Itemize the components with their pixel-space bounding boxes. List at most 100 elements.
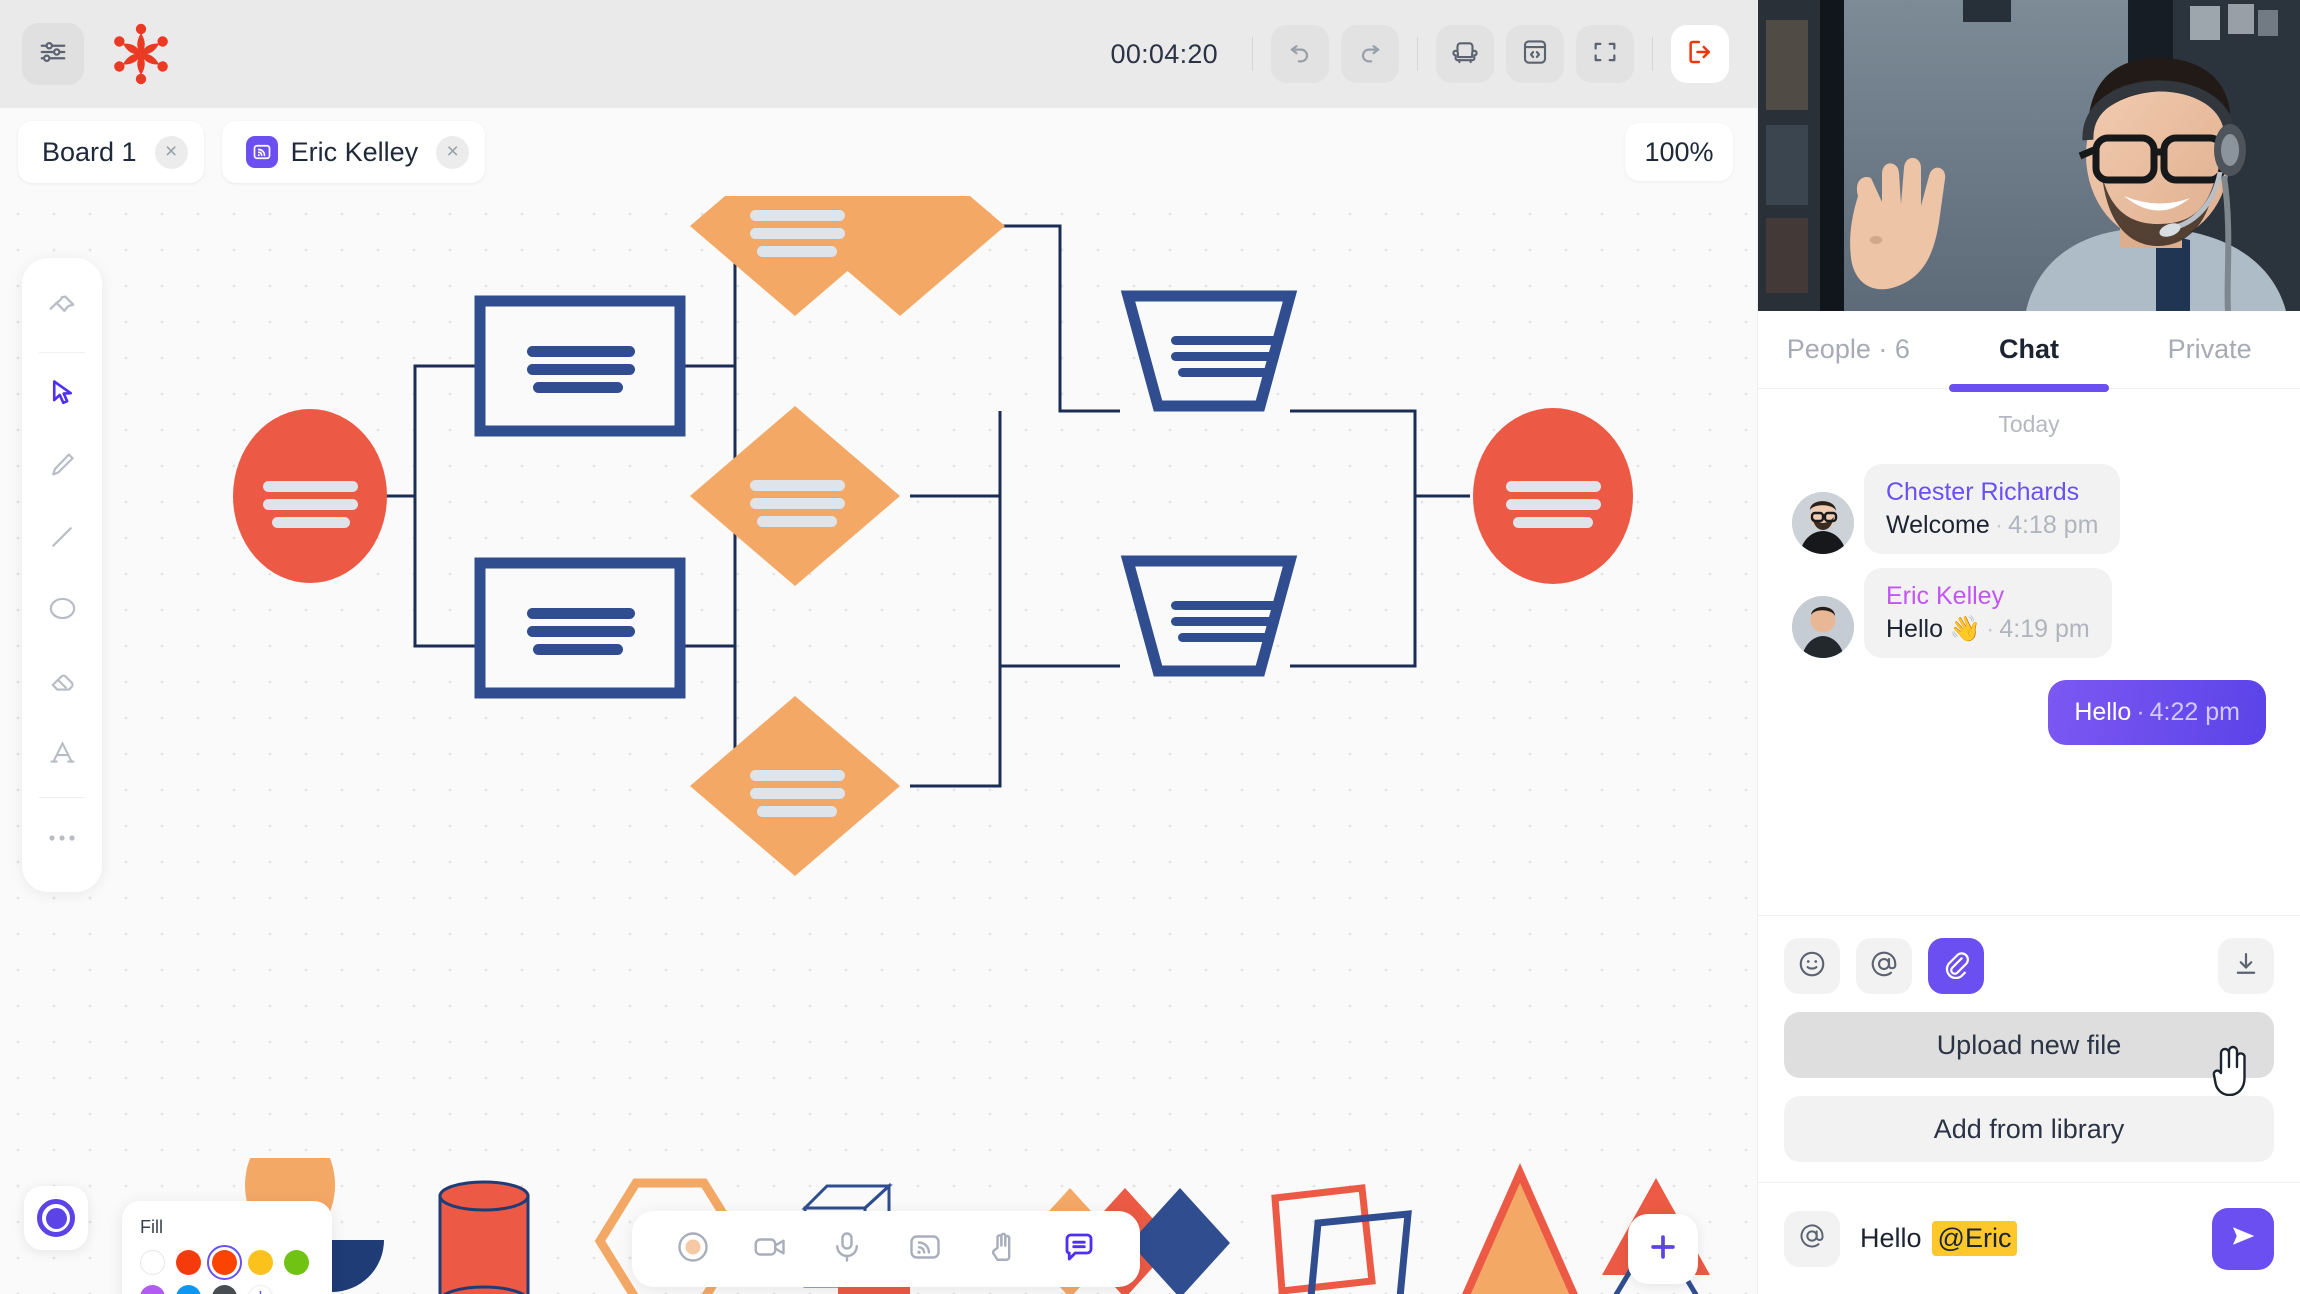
fill-swatch-dark[interactable] xyxy=(212,1285,237,1294)
embed-code-button[interactable] xyxy=(1506,25,1564,83)
exit-button[interactable] xyxy=(1671,25,1729,83)
fill-swatch-red[interactable] xyxy=(176,1250,201,1275)
record-dot xyxy=(45,1207,67,1229)
microphone-icon xyxy=(829,1229,865,1270)
eraser-tool[interactable] xyxy=(31,652,93,714)
screenshare-icon xyxy=(245,136,278,168)
fill-swatch-purple[interactable] xyxy=(140,1285,165,1294)
composer-mention-button[interactable] xyxy=(1784,1210,1840,1267)
redo-button[interactable] xyxy=(1341,25,1399,83)
flowchart-diagram[interactable] xyxy=(0,196,1757,1076)
pin-icon xyxy=(46,292,78,329)
day-separator: Today xyxy=(1998,411,2060,437)
lounge-button[interactable] xyxy=(1436,25,1494,83)
upload-new-file-button[interactable]: Upload new file xyxy=(1784,1012,2274,1078)
exit-icon xyxy=(1685,37,1715,72)
drawing-toolbar xyxy=(22,258,102,892)
armchair-icon xyxy=(1450,37,1480,72)
at-mention-icon xyxy=(1869,949,1899,984)
tab-board-1-label: Board 1 xyxy=(42,136,137,167)
shape-style-panel: Fill + Border xyxy=(122,1201,332,1294)
microphone-button[interactable] xyxy=(821,1223,873,1275)
divider xyxy=(1417,37,1418,71)
record-toggle-button[interactable] xyxy=(24,1186,88,1250)
add-element-button[interactable] xyxy=(1628,1214,1698,1284)
close-icon[interactable]: × xyxy=(154,135,188,169)
fill-swatch-white[interactable] xyxy=(140,1250,165,1275)
tab-people[interactable]: People · 6 xyxy=(1758,311,1939,388)
tab-chat[interactable]: Chat xyxy=(1939,311,2120,388)
plus-icon xyxy=(1646,1230,1680,1269)
session-timer: 00:04:20 xyxy=(1110,38,1218,69)
record-icon xyxy=(675,1229,711,1270)
fill-swatch-orange-red[interactable] xyxy=(207,1245,242,1280)
gallery-shape-overlapping-rectangles xyxy=(1271,1184,1412,1294)
add-from-library-button[interactable]: Add from library xyxy=(1784,1096,2274,1162)
tab-board-1[interactable]: Board 1 × xyxy=(18,121,204,183)
chat-button[interactable] xyxy=(1053,1223,1105,1275)
whiteboard-canvas[interactable]: Fill + Border xyxy=(0,196,1757,1294)
fill-swatch-yellow[interactable] xyxy=(248,1250,273,1275)
cursor-arrow-icon xyxy=(46,376,79,414)
raised-hand-icon xyxy=(984,1229,1020,1270)
app-logo-icon xyxy=(108,21,174,87)
cast-screen-icon xyxy=(907,1229,943,1270)
pencil-icon xyxy=(47,450,77,485)
mention-button[interactable] xyxy=(1856,938,1912,994)
pin-tool[interactable] xyxy=(31,279,93,341)
dot-separator: · xyxy=(1986,615,1995,643)
text-a-icon xyxy=(47,737,78,773)
line-icon xyxy=(47,522,77,557)
chat-message-list[interactable]: Today Chester Richards Welcome · 4:18 pm… xyxy=(1758,389,2300,915)
mention-chip[interactable]: @Eric xyxy=(1931,1221,2018,1256)
fill-swatch-blue[interactable] xyxy=(176,1285,201,1294)
participant-video-tile[interactable] xyxy=(1758,0,2300,311)
fill-add-color-button[interactable]: + xyxy=(248,1285,273,1294)
text-tool[interactable] xyxy=(31,724,93,786)
send-button[interactable] xyxy=(2212,1207,2274,1270)
select-tool[interactable] xyxy=(31,364,93,426)
fullscreen-button[interactable] xyxy=(1576,25,1634,83)
zoom-level-indicator[interactable]: 100% xyxy=(1625,123,1733,181)
download-button[interactable] xyxy=(2218,938,2274,994)
camera-button[interactable] xyxy=(744,1223,796,1275)
tab-private[interactable]: Private xyxy=(2119,311,2300,388)
screenshare-button[interactable] xyxy=(899,1223,951,1275)
chat-text: Welcome xyxy=(1886,511,1990,539)
eraser-icon xyxy=(47,665,78,701)
emoji-button[interactable] xyxy=(1784,938,1840,994)
chat-text: Hello 👋 xyxy=(1886,615,1982,643)
send-paper-plane-icon xyxy=(2228,1221,2258,1256)
pencil-tool[interactable] xyxy=(31,436,93,498)
app-root: 00:04:20 Board 1 × Eric Kelley × 100% Fi… xyxy=(0,0,2300,1294)
message-input-text: Hello xyxy=(1860,1223,1922,1253)
chat-text-row: Hello 👋 · 4:19 pm xyxy=(1886,615,2090,644)
diagram-node-proc-top xyxy=(474,295,686,437)
diagram-node-trap-bottom xyxy=(1120,555,1298,677)
close-icon[interactable]: × xyxy=(436,135,470,169)
fill-swatch-green[interactable] xyxy=(284,1250,309,1275)
raise-hand-button[interactable] xyxy=(976,1223,1028,1275)
avatar xyxy=(1792,596,1854,658)
attachment-button[interactable] xyxy=(1928,938,1984,994)
chat-bubble: Chester Richards Welcome · 4:18 pm xyxy=(1864,464,2121,554)
dot-separator: · xyxy=(1994,511,2004,539)
dot-separator: · xyxy=(2136,698,2145,726)
ellipsis-icon xyxy=(47,831,77,849)
line-tool[interactable] xyxy=(31,508,93,570)
diagram-node-dec-3 xyxy=(690,696,900,876)
diagram-node-end xyxy=(1473,408,1633,584)
record-button[interactable] xyxy=(667,1223,719,1275)
ellipse-tool[interactable] xyxy=(31,580,93,642)
tab-eric-kelley[interactable]: Eric Kelley × xyxy=(221,121,486,183)
chat-message-own: Hello · 4:22 pm xyxy=(1792,680,2266,745)
divider xyxy=(1252,37,1253,71)
undo-button[interactable] xyxy=(1271,25,1329,83)
message-input[interactable]: Hello @Eric xyxy=(1840,1221,2212,1256)
diagram-node-trap-top xyxy=(1120,290,1298,412)
undo-icon xyxy=(1286,38,1314,71)
settings-button[interactable] xyxy=(22,23,84,85)
avatar xyxy=(1792,492,1854,554)
circle-icon xyxy=(47,593,78,629)
more-tools[interactable] xyxy=(31,809,93,871)
